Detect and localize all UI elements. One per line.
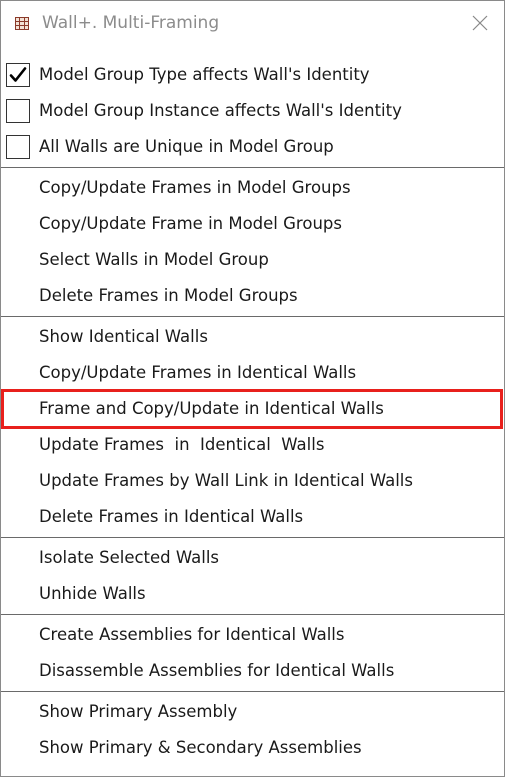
menu-item-frame-and-copy-update-identical-walls[interactable]: Frame and Copy/Update in Identical Walls [1,389,503,429]
title-bar: Wall+. Multi-Framing [1,1,504,45]
separator [1,691,504,692]
separator [1,614,504,615]
separator [1,316,504,317]
menu-content: Model Group Type affects Wall's Identity… [1,57,504,766]
checkbox-box[interactable] [6,135,30,159]
menu-item-update-frames-identical-walls[interactable]: Update Frames in Identical Walls [1,427,504,463]
checkbox-label: All Walls are Unique in Model Group [39,137,334,156]
framing-grid-icon [15,15,29,30]
menu-item-show-primary-assembly[interactable]: Show Primary Assembly [1,694,504,730]
separator [1,537,504,538]
checkbox-box[interactable] [6,63,30,87]
checkmark-icon [9,67,27,82]
checkbox-box[interactable] [6,99,30,123]
menu-item-copy-update-frame-model-groups[interactable]: Copy/Update Frame in Model Groups [1,206,504,242]
menu-item-delete-frames-model-groups[interactable]: Delete Frames in Model Groups [1,278,504,314]
close-button[interactable] [462,5,498,41]
menu-item-unhide-walls[interactable]: Unhide Walls [1,576,504,612]
menu-item-update-frames-by-wall-link[interactable]: Update Frames by Wall Link in Identical … [1,463,504,499]
window-title: Wall+. Multi-Framing [42,13,220,33]
menu-item-copy-update-frames-identical-walls[interactable]: Copy/Update Frames in Identical Walls [1,355,504,391]
menu-item-isolate-selected-walls[interactable]: Isolate Selected Walls [1,540,504,576]
menu-item-delete-frames-identical-walls[interactable]: Delete Frames in Identical Walls [1,499,504,535]
menu-item-copy-update-frames-model-groups[interactable]: Copy/Update Frames in Model Groups [1,170,504,206]
close-icon [472,15,488,31]
menu-item-select-walls-model-group[interactable]: Select Walls in Model Group [1,242,504,278]
menu-item-disassemble-assemblies[interactable]: Disassemble Assemblies for Identical Wal… [1,653,504,689]
checkbox-model-group-instance[interactable]: Model Group Instance affects Wall's Iden… [1,93,504,129]
checkbox-all-walls-unique[interactable]: All Walls are Unique in Model Group [1,129,504,165]
menu-item-show-primary-secondary-assemblies[interactable]: Show Primary & Secondary Assemblies [1,730,504,766]
checkbox-model-group-type[interactable]: Model Group Type affects Wall's Identity [1,57,504,93]
menu-item-create-assemblies[interactable]: Create Assemblies for Identical Walls [1,617,504,653]
checkbox-label: Model Group Type affects Wall's Identity [39,65,370,84]
separator [1,167,504,168]
checkbox-label: Model Group Instance affects Wall's Iden… [39,101,402,120]
multi-framing-window: Wall+. Multi-Framing Model Group Type af… [0,0,505,777]
menu-item-show-identical-walls[interactable]: Show Identical Walls [1,319,504,355]
